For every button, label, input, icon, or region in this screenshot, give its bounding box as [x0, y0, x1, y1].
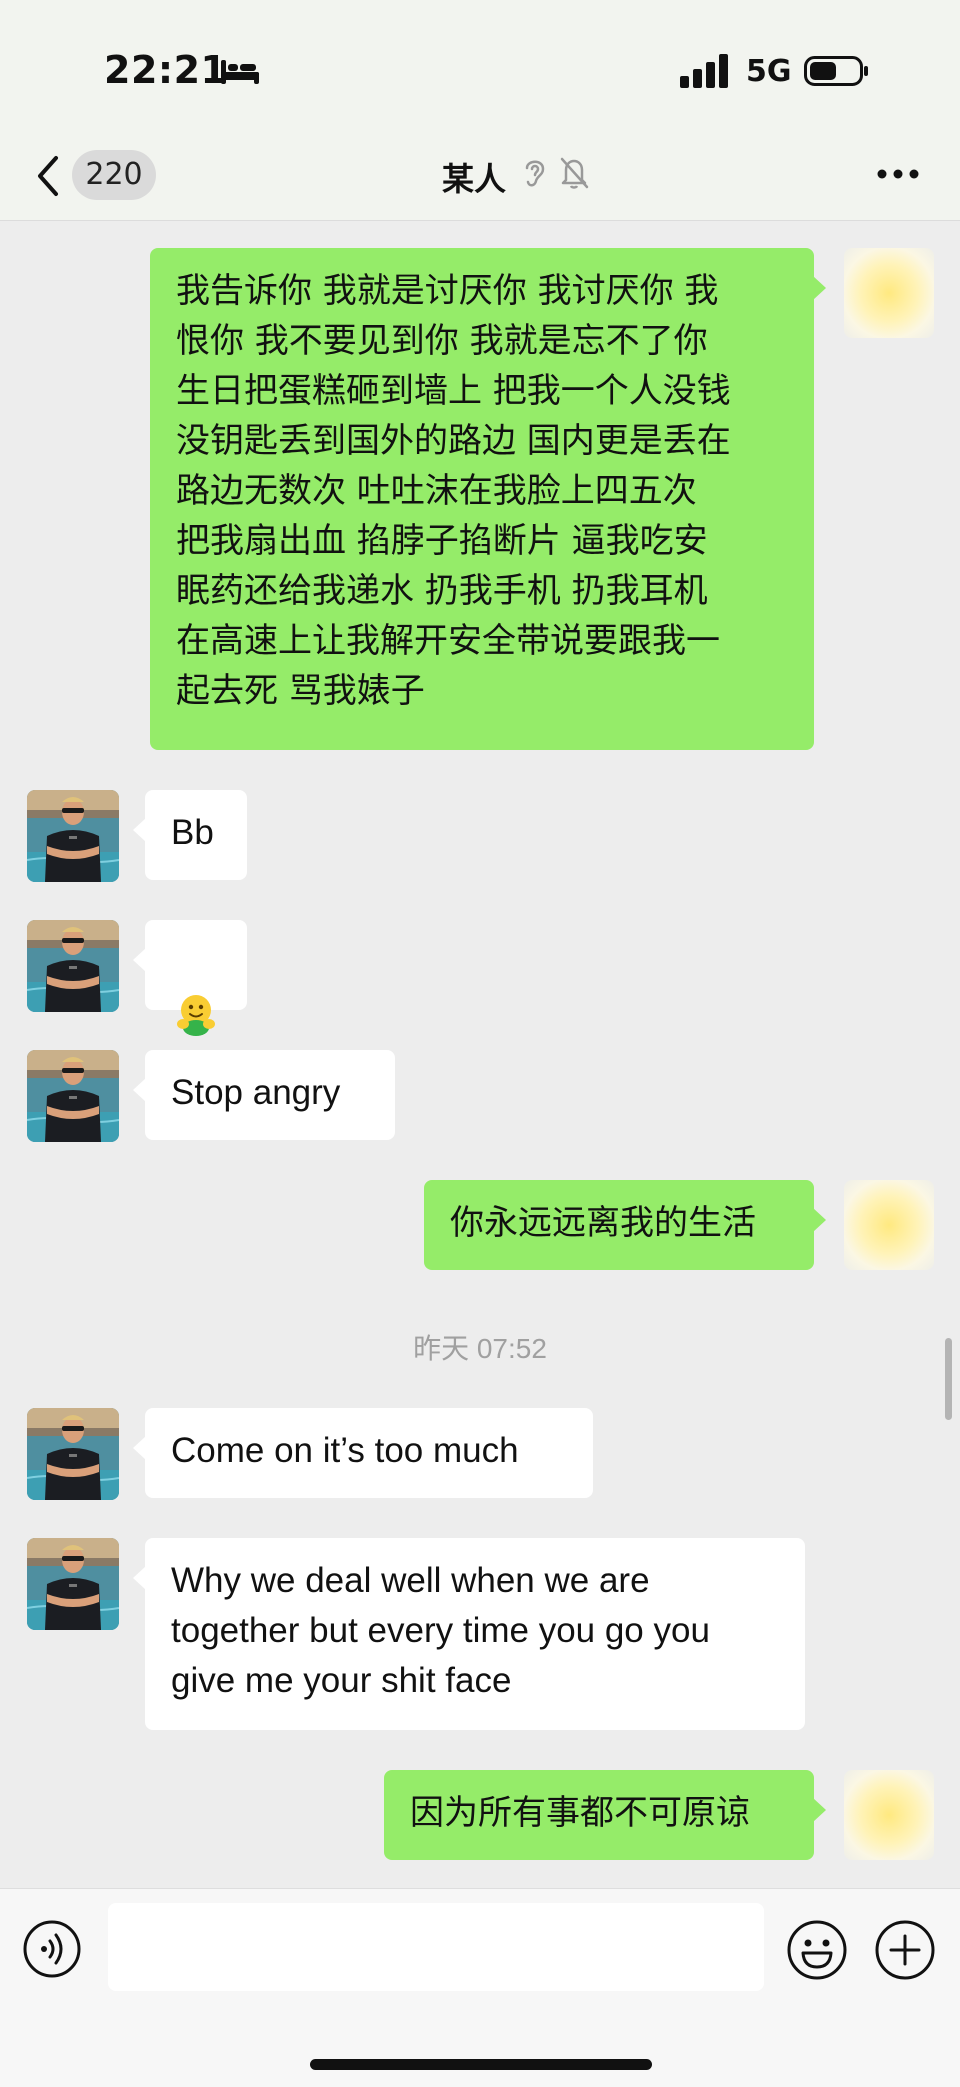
message-bubble[interactable]: Stop angry [133, 1050, 395, 1140]
my-avatar[interactable] [844, 1770, 934, 1860]
home-indicator [310, 2059, 652, 2070]
message-bubble[interactable]: Come on it’s too much [133, 1408, 593, 1498]
voice-icon[interactable] [22, 1919, 82, 1979]
message-bubble[interactable]: Why we deal well when we are together bu… [133, 1538, 805, 1730]
hugging-face-emoji [177, 994, 215, 1036]
battery-icon [804, 56, 868, 86]
message-bubble[interactable] [133, 920, 247, 1036]
message-bubble[interactable]: Bb [133, 790, 247, 880]
input-bar [0, 1888, 960, 2087]
message-bubble[interactable]: 因为所有事都不可原谅 [384, 1770, 826, 1860]
add-icon[interactable] [874, 1919, 936, 1981]
contact-avatar[interactable] [27, 1408, 119, 1500]
contact-name[interactable]: 某人 [442, 154, 506, 200]
status-bar: 22:21 5G [0, 0, 960, 140]
emoji-icon[interactable] [786, 1919, 848, 1981]
message-bubble[interactable]: 你永远远离我的生活 [424, 1180, 826, 1270]
more-icon[interactable] [876, 168, 920, 180]
scroll-indicator[interactable] [945, 1338, 952, 1420]
contact-avatar[interactable] [27, 790, 119, 882]
chat-header: 220 某人 [0, 140, 960, 221]
timestamp: 昨天 07:52 [413, 1333, 547, 1364]
contact-avatar[interactable] [27, 920, 119, 1012]
status-time: 22:21 [104, 48, 228, 92]
mute-icon [560, 157, 589, 189]
bed-icon [221, 60, 259, 84]
network-label: 5G [746, 54, 792, 89]
unread-count-badge[interactable]: 220 [72, 150, 156, 200]
back-icon[interactable] [34, 154, 62, 198]
signal-icon [680, 54, 728, 88]
contact-avatar[interactable] [27, 1050, 119, 1142]
contact-avatar[interactable] [27, 1538, 119, 1630]
my-avatar[interactable] [844, 1180, 934, 1270]
ear-icon [525, 160, 545, 187]
my-avatar[interactable] [844, 248, 934, 338]
message-bubble[interactable]: 我告诉你 我就是讨厌你 我讨厌你 我 恨你 我不要见到你 我就是忘不了你 生日把… [150, 248, 826, 750]
message-input[interactable] [108, 1903, 764, 1991]
